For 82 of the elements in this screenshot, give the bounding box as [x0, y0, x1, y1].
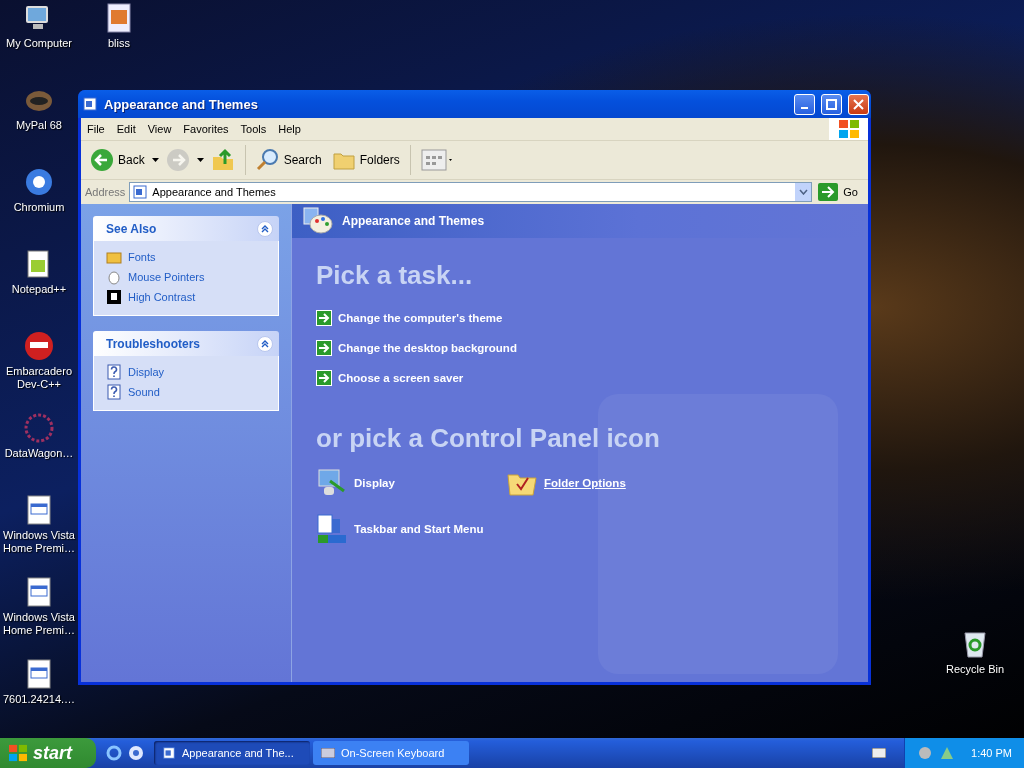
folders-button[interactable]: Folders: [328, 146, 403, 174]
help-icon: [106, 364, 122, 380]
arrow-icon: [316, 310, 332, 326]
desktop-icon-label[interactable]: My Computer: [6, 37, 72, 50]
collapse-icon[interactable]: [257, 335, 273, 352]
start-button[interactable]: start: [0, 738, 96, 768]
close-button[interactable]: [848, 93, 869, 115]
panel-link[interactable]: Fonts: [128, 251, 156, 263]
clock: 1:40 PM: [971, 747, 1012, 759]
panel-link[interactable]: Mouse Pointers: [128, 271, 205, 283]
control-panel-icon: [132, 184, 149, 200]
folder-up-icon: [210, 148, 235, 172]
globe-icon: [23, 166, 55, 198]
sphere-icon: [23, 412, 55, 444]
category-title: Appearance and Themes: [342, 214, 485, 228]
minimize-icon: [801, 107, 808, 109]
menu-item[interactable]: Tools: [234, 123, 273, 135]
windows-logo-icon: [829, 118, 868, 140]
maximize-icon: [826, 98, 837, 110]
control-panel-link[interactable]: Taskbar and Start Menu: [354, 523, 484, 535]
window-title: Appearance and Themes: [104, 96, 259, 112]
go-button[interactable]: Go: [816, 183, 864, 201]
desktop-icon-label[interactable]: Windows Vista Home Premi…: [1, 529, 77, 555]
browser-icon[interactable]: [106, 745, 122, 761]
desktop-icon-label[interactable]: 7601.24214.…: [2, 693, 76, 706]
panel-header[interactable]: See Also: [93, 216, 279, 241]
address-field[interactable]: Appearance and Themes: [129, 182, 813, 202]
arrow-icon: [316, 370, 332, 386]
panel-link[interactable]: High Contrast: [128, 291, 196, 303]
minimize-button[interactable]: [794, 93, 815, 115]
menu-item[interactable]: View: [141, 123, 178, 135]
collapse-icon[interactable]: [257, 220, 273, 237]
maximize-button[interactable]: [821, 93, 842, 115]
panel-title: Troubleshooters: [106, 336, 200, 351]
panel-title: See Also: [106, 221, 157, 236]
task-link[interactable]: Change the computer's theme: [338, 312, 503, 324]
taskbar-button[interactable]: On-Screen Keyboard: [313, 741, 469, 765]
search-button[interactable]: Search: [252, 146, 325, 174]
views-icon: [420, 148, 455, 172]
arrow-icon: [316, 340, 332, 356]
desktop-icon-label[interactable]: Windows Vista Home Premi…: [1, 611, 77, 637]
menu-item[interactable]: Help: [272, 123, 307, 135]
windows-logo-icon: [8, 744, 28, 762]
control-panel-link[interactable]: Display: [354, 477, 395, 489]
icon-heading: or pick a Control Panel icon: [316, 423, 661, 454]
caret-icon[interactable]: [151, 158, 159, 162]
taskbar-button[interactable]: Appearance and The...: [154, 741, 310, 765]
palette-icon: [302, 206, 334, 236]
desktop-icon-label[interactable]: MyPal 68: [16, 119, 62, 132]
contrast-icon: [106, 289, 122, 305]
control-panel-link[interactable]: Folder Options: [544, 477, 626, 489]
mouse-icon: [106, 269, 122, 285]
panel-link[interactable]: Display: [128, 366, 165, 378]
dropdown-button[interactable]: [795, 183, 812, 201]
desktop-icon-label[interactable]: Chromium: [13, 201, 65, 214]
task-link[interactable]: Choose a screen saver: [338, 372, 464, 384]
start-menu-icon: [316, 513, 348, 545]
menu-item[interactable]: Favorites: [177, 123, 235, 135]
window-icon: [162, 746, 176, 760]
chevron-down-icon: [798, 189, 808, 195]
search-icon: [255, 148, 280, 172]
desktop-icon-label[interactable]: Notepad++: [11, 283, 67, 296]
help-icon: [106, 384, 122, 400]
task-link[interactable]: Change the desktop background: [338, 342, 517, 354]
desktop-icon-label[interactable]: bliss: [108, 37, 130, 50]
menu-item[interactable]: Edit: [110, 123, 142, 135]
window-icon: [82, 96, 98, 112]
panel-header[interactable]: Troubleshooters: [93, 331, 279, 356]
task-heading: Pick a task...: [316, 260, 474, 291]
address-label: Address: [85, 186, 126, 198]
desktop-icon-label[interactable]: Embarcadero Dev-C++: [1, 365, 77, 391]
desktop-icon-label[interactable]: DataWagon…: [4, 447, 74, 460]
keyboard-icon: [321, 748, 335, 758]
keyboard-icon[interactable]: [872, 748, 887, 758]
desktop-shortcut-icon[interactable]: [128, 745, 144, 761]
panel-link[interactable]: Sound: [128, 386, 160, 398]
folder-icon: [106, 249, 122, 265]
caret-icon[interactable]: [196, 158, 204, 162]
desktop-icon-label[interactable]: Recycle Bin: [945, 663, 1005, 676]
back-button[interactable]: Back: [87, 146, 148, 174]
menu-item[interactable]: File: [81, 123, 111, 135]
close-icon: [853, 98, 864, 110]
